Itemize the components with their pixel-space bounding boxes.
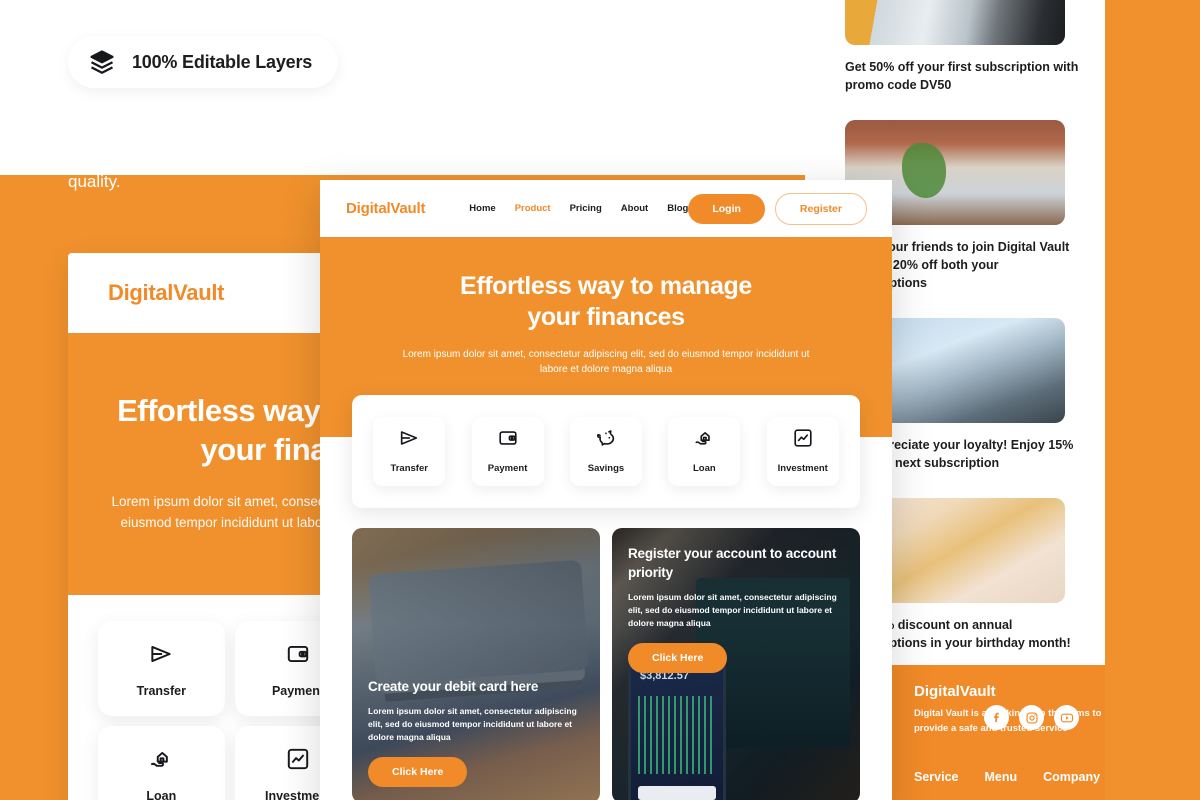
footer-column-menu[interactable]: Menu [984,770,1017,784]
brand-logo[interactable]: DigitalVault [346,200,425,217]
editable-layers-label: 100% Editable Layers [132,51,313,72]
feature-label: Loan [693,463,716,474]
nav-link-home[interactable]: Home [469,203,495,214]
nav-actions: Login Register [688,192,867,225]
hero-subtext: Lorem ipsum dolor sit amet, consectetur … [402,349,810,375]
hero-heading-line2: your finances [527,303,685,331]
feature-label: Transfer [390,463,428,474]
feature-tile-savings[interactable]: Savings [569,417,642,486]
feature-tile-transfer[interactable]: Transfer [373,417,446,486]
phone-chart [638,696,716,774]
feature-tile-investment[interactable]: Investment [766,417,839,486]
register-button[interactable]: Register [774,192,867,225]
footer-column-service[interactable]: Service [914,770,958,784]
youtube-icon[interactable] [1054,705,1079,730]
feature-tile-loan[interactable]: Loan [98,726,225,800]
hero-heading-line1: Effortless way to manage [460,272,752,300]
feature-bar: Transfer Payment Savings Loan Investment [352,395,860,508]
piggy-bank-icon [596,430,615,446]
click-here-button[interactable]: Click Here [628,643,728,673]
hand-house-icon [150,751,169,767]
feature-tile-loan[interactable]: Loan [668,417,741,486]
nav-link-blog[interactable]: Blog [667,203,688,214]
phone-search-bar [638,786,716,800]
chart-box-icon [287,748,309,770]
register-account-cta[interactable]: $3,812.57 Register your account to accou… [612,528,860,800]
editable-layers-badge: 100% Editable Layers [68,36,339,88]
facebook-icon[interactable] [984,705,1009,730]
promo-image [845,0,1065,45]
footer-columns: Service Menu Company [888,770,1105,784]
main-mockup-preview: DigitalVault Home Product Pricing About … [320,180,892,800]
feature-tile-transfer[interactable]: Transfer [98,621,225,716]
nav-link-pricing[interactable]: Pricing [570,203,602,214]
feature-label: Savings [587,463,625,474]
feature-label: Investment [777,463,828,474]
feature-label: Loan [146,789,177,800]
site-footer: DigitalVault Digital Vault is a banking … [888,665,1105,800]
login-button[interactable]: Login [688,193,765,224]
page-title: Effortless way to manage your finances [390,271,822,333]
feature-tile-payment[interactable]: Payment [471,417,544,486]
card-text: Lorem ipsum dolor sit amet, consectetur … [628,592,837,628]
chart-box-icon [794,429,812,447]
feature-label: Payment [487,463,528,474]
hand-house-icon [695,432,711,445]
wallet-icon [498,431,517,445]
footer-column-company[interactable]: Company [1043,770,1100,784]
card-text: Lorem ipsum dolor sit amet, consectetur … [368,706,577,742]
social-links [984,705,1079,730]
nav-link-product[interactable]: Product [515,203,551,214]
wallet-icon [287,645,309,663]
send-icon [401,431,418,445]
nav-links: Home Product Pricing About Blog [469,203,688,214]
card-title: Register your account to account priorit… [628,546,837,580]
click-here-button[interactable]: Click Here [368,757,468,787]
nav-link-about[interactable]: About [621,203,648,214]
promo-cards: Create your debit card here Lorem ipsum … [352,528,860,800]
promo-text: Get 50% off your first subscription with… [845,60,1079,92]
layers-icon [88,48,116,76]
send-icon [151,645,171,663]
navbar: DigitalVault Home Product Pricing About … [320,180,892,237]
debit-card-cta[interactable]: Create your debit card here Lorem ipsum … [352,528,600,800]
footer-brand: DigitalVault [914,683,996,700]
instagram-icon[interactable] [1019,705,1044,730]
phone-mockup: $3,812.57 [628,653,726,800]
list-item[interactable]: Get 50% off your first subscription with… [845,0,1105,94]
brand-logo[interactable]: DigitalVault [108,280,225,306]
feature-label: Transfer [136,684,186,698]
card-title: Create your debit card here [368,679,539,694]
